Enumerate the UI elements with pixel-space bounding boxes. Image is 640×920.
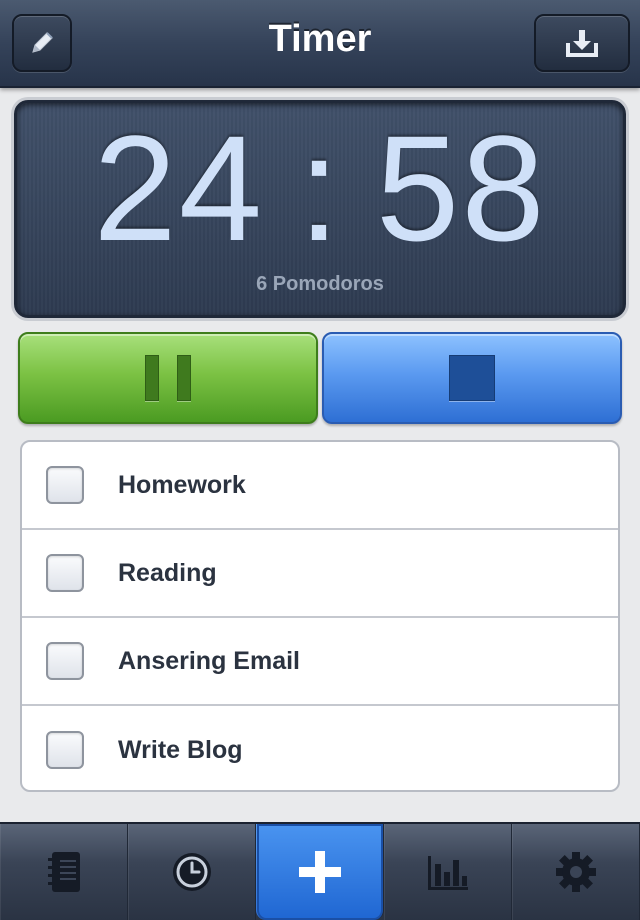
stop-icon <box>449 355 495 401</box>
task-checkbox[interactable] <box>46 466 84 504</box>
pause-bar-left <box>145 355 159 401</box>
pause-icon <box>136 355 200 401</box>
task-row[interactable]: Reading <box>22 530 618 618</box>
tab-add[interactable] <box>256 824 384 920</box>
task-row[interactable]: Homework <box>22 442 618 530</box>
tab-tasks[interactable] <box>0 824 128 920</box>
download-tray-icon <box>566 30 598 57</box>
task-checkbox[interactable] <box>46 731 84 769</box>
task-row[interactable]: Ansering Email <box>22 618 618 706</box>
pause-button[interactable] <box>18 332 318 424</box>
bar-chart-icon <box>428 856 468 890</box>
task-checkbox[interactable] <box>46 554 84 592</box>
tab-statistics[interactable] <box>384 824 512 920</box>
navigation-bar: Timer <box>0 0 640 88</box>
pause-bar-right <box>177 355 191 401</box>
timer-separator: : <box>298 104 342 272</box>
gear-icon <box>556 852 596 892</box>
timer-display: 24:58 6 Pomodoros <box>14 100 626 318</box>
plus-icon <box>299 851 341 893</box>
task-list: Homework Reading Ansering Email Write Bl… <box>20 440 620 792</box>
stop-button[interactable] <box>322 332 622 424</box>
timer-seconds: 58 <box>375 104 547 272</box>
tab-bar <box>0 822 640 920</box>
notebook-icon <box>48 852 80 892</box>
task-label: Reading <box>118 558 217 587</box>
task-label: Write Blog <box>118 735 243 764</box>
task-label: Homework <box>118 470 246 499</box>
download-button[interactable] <box>534 14 630 72</box>
clock-icon <box>173 853 211 891</box>
timer-readout: 24:58 <box>17 113 623 263</box>
task-checkbox[interactable] <box>46 642 84 680</box>
task-row[interactable]: Write Blog <box>22 706 618 790</box>
timer-minutes: 24 <box>93 104 265 272</box>
task-label: Ansering Email <box>118 646 300 675</box>
pomodoro-count: 6 Pomodoros <box>256 273 384 295</box>
tab-timer[interactable] <box>128 824 256 920</box>
tab-settings[interactable] <box>512 824 640 920</box>
